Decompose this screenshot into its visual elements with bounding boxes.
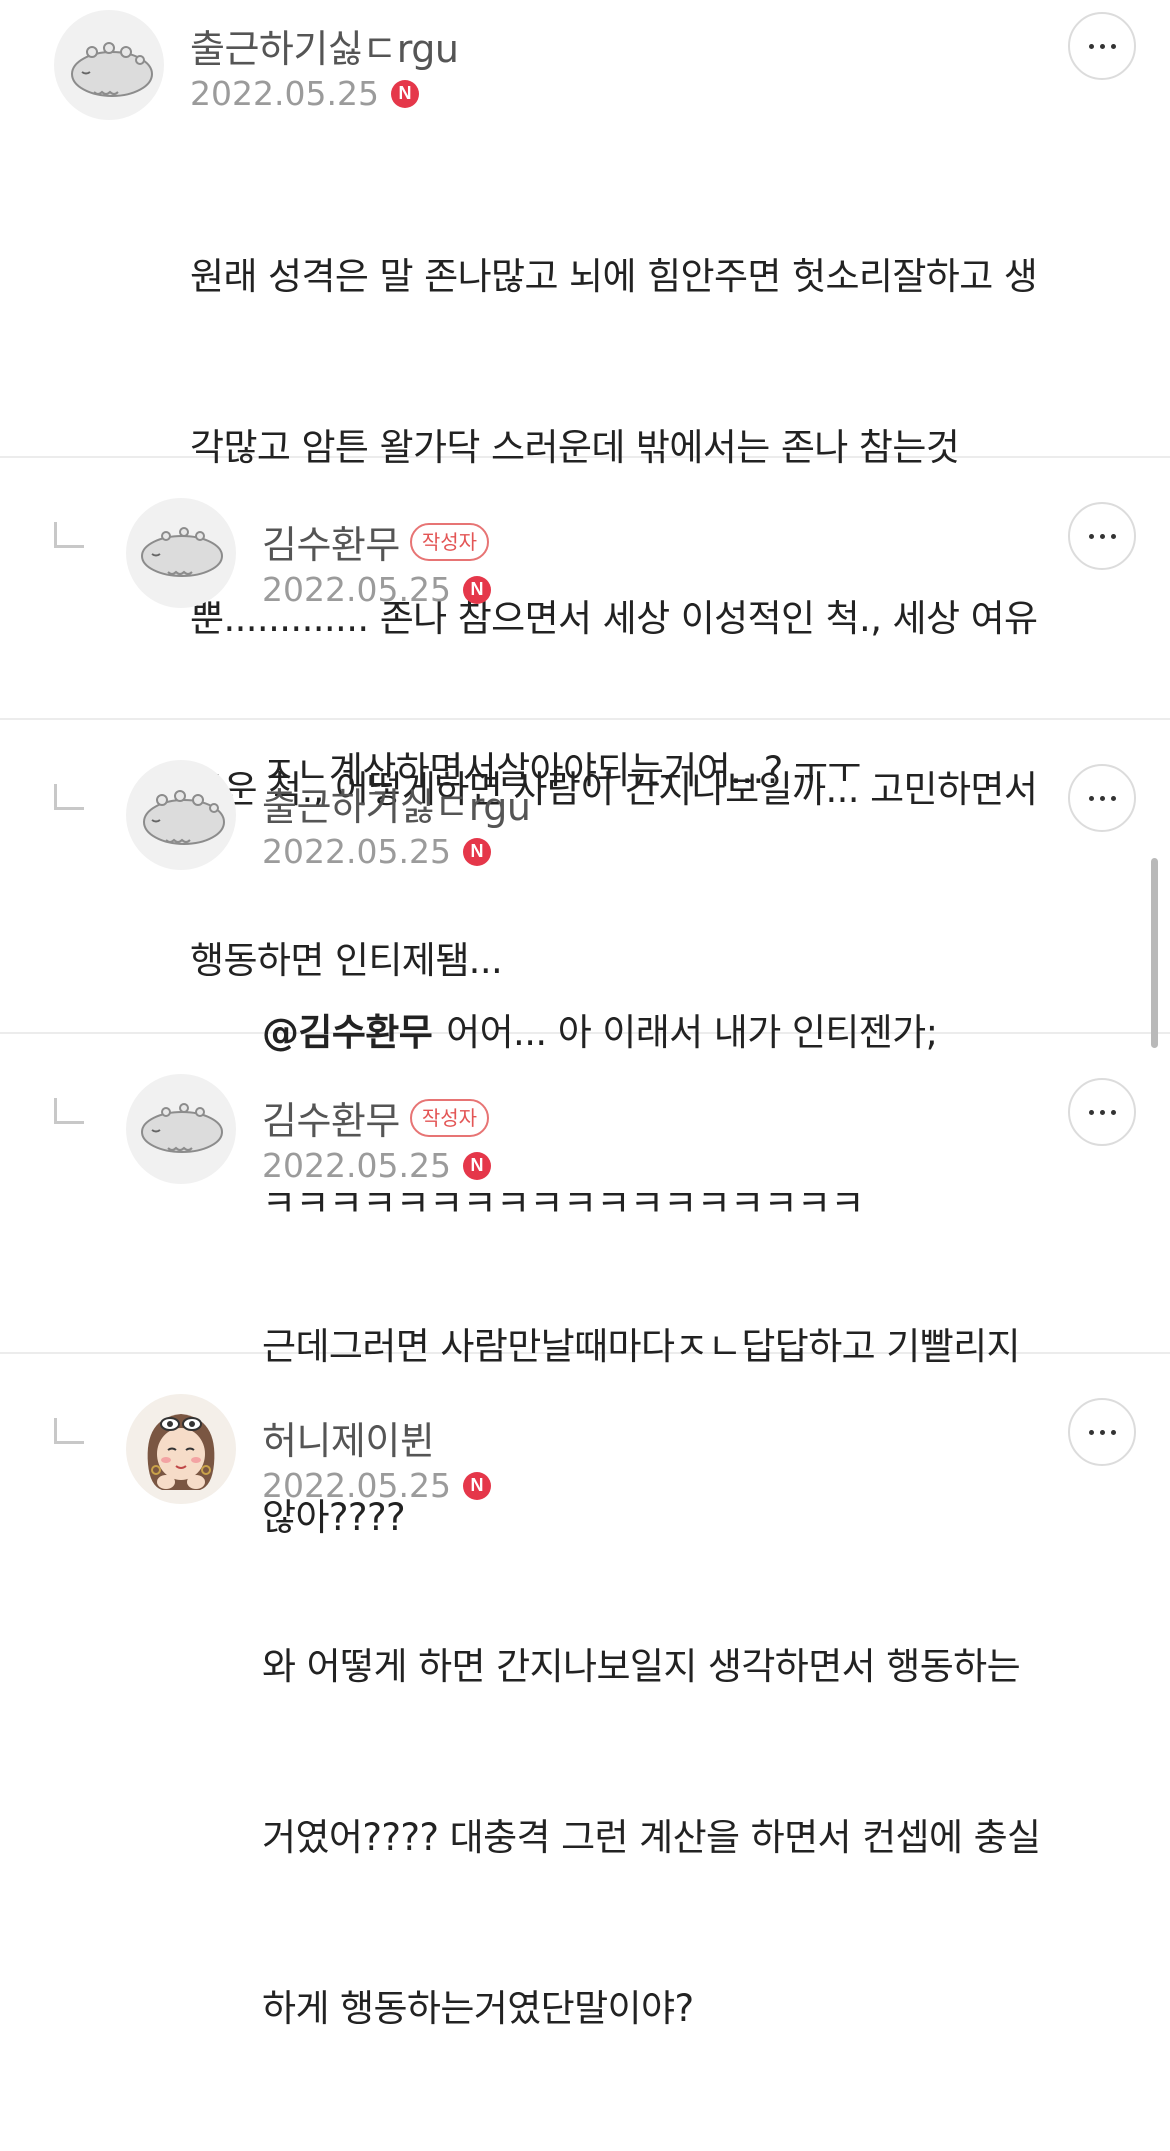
creature-avatar-icon <box>141 1103 223 1153</box>
author-badge: 작성자 <box>409 1098 490 1137</box>
comment-meta: 2022.05.25 N <box>262 1146 491 1185</box>
reply-arrow-icon <box>54 1098 84 1124</box>
more-options-button[interactable] <box>1068 12 1136 80</box>
nickname[interactable]: 김수환무 <box>262 1090 400 1145</box>
comment-line: 하게 행동하는거였단말이야? <box>262 1987 694 2030</box>
comment-header: 김수환무 작성자 <box>262 1090 490 1145</box>
reply-arrow-icon <box>54 522 84 548</box>
dot-icon <box>1110 533 1116 539</box>
comment-date: 2022.05.25 <box>262 832 451 871</box>
comment-meta: 2022.05.25 N <box>262 832 491 871</box>
avatar[interactable] <box>126 1074 236 1184</box>
comment-header: 출근하기싫ㄷrgu <box>190 18 459 73</box>
reply-item: 김수환무 작성자 2022.05.25 N 근데그러면 사람만날때마다ㅈㄴ답답하… <box>0 1034 1170 1539</box>
reply-arrow-icon <box>54 784 84 810</box>
more-options-button[interactable] <box>1068 1078 1136 1146</box>
comment-item: 출근하기싫ㄷrgu 2022.05.25 N 원래 성격은 말 존나많고 뇌에 … <box>0 0 1170 982</box>
new-badge: N <box>462 837 491 866</box>
comment-line: 거였어???? 대충격 그런 계산을 하면서 컨셉에 충실 <box>262 1816 1041 1859</box>
dot-icon <box>1110 1109 1116 1115</box>
new-badge: N <box>390 79 419 108</box>
comment-header: 김수환무 작성자 <box>262 514 490 569</box>
dot-icon <box>1099 1109 1105 1115</box>
more-options-button[interactable] <box>1068 1398 1136 1466</box>
avatar[interactable] <box>126 760 236 870</box>
dot-icon <box>1088 795 1094 801</box>
reply-item: 허니제이뷘 2022.05.25 N 와 어떻게 하면 간지나보일지 생각하면서… <box>0 1354 1170 2030</box>
avatar[interactable] <box>126 1394 236 1504</box>
nickname[interactable]: 출근하기싫ㄷrgu <box>190 18 459 73</box>
comment-meta: 2022.05.25 N <box>262 570 491 609</box>
nickname[interactable]: 김수환무 <box>262 514 400 569</box>
reply-arrow-icon <box>54 1418 84 1444</box>
more-options-button[interactable] <box>1068 502 1136 570</box>
dot-icon <box>1110 43 1116 49</box>
comment-date: 2022.05.25 <box>262 570 451 609</box>
new-badge: N <box>462 575 491 604</box>
dot-icon <box>1099 1429 1105 1435</box>
dot-icon <box>1099 43 1105 49</box>
comment-date: 2022.05.25 <box>190 74 379 113</box>
dot-icon <box>1088 1429 1094 1435</box>
comment-meta: 2022.05.25 N <box>190 74 419 113</box>
girl-character-avatar-icon <box>147 1414 215 1490</box>
dot-icon <box>1088 533 1094 539</box>
comment-meta: 2022.05.25 N <box>262 1466 491 1505</box>
comment-header: 허니제이뷘 <box>262 1410 435 1465</box>
creature-avatar-icon <box>143 790 225 845</box>
creature-avatar-icon <box>71 42 153 97</box>
comment-date: 2022.05.25 <box>262 1466 451 1505</box>
avatar[interactable] <box>54 10 164 120</box>
new-badge: N <box>462 1471 491 1500</box>
dot-icon <box>1088 1109 1094 1115</box>
nickname[interactable]: 허니제이뷘 <box>262 1410 435 1465</box>
comment-line: 와 어떻게 하면 간지나보일지 생각하면서 행동하는 <box>262 1645 1021 1688</box>
scrollbar[interactable] <box>1151 858 1158 1048</box>
reply-item: 김수환무 작성자 2022.05.25 N ㅈㄴ계산하면서살아야되는거여...?… <box>0 458 1170 792</box>
author-badge: 작성자 <box>409 522 490 561</box>
new-badge: N <box>462 1151 491 1180</box>
nickname[interactable]: 출근하기싫ㄷrgu <box>262 776 531 831</box>
more-options-button[interactable] <box>1068 764 1136 832</box>
comment-text: 와 어떻게 하면 간지나보일지 생각하면서 행동하는 거였어???? 대충격 그… <box>262 1524 1041 2151</box>
reply-item: 출근하기싫ㄷrgu 2022.05.25 N @김수환무 어어... 아 이래서 … <box>0 720 1170 1225</box>
dot-icon <box>1099 795 1105 801</box>
avatar[interactable] <box>126 498 236 608</box>
dot-icon <box>1110 795 1116 801</box>
creature-avatar-icon <box>141 527 223 577</box>
dot-icon <box>1088 43 1094 49</box>
dot-icon <box>1110 1429 1116 1435</box>
dot-icon <box>1099 533 1105 539</box>
comment-date: 2022.05.25 <box>262 1146 451 1185</box>
comment-header: 출근하기싫ㄷrgu <box>262 776 531 831</box>
comment-line: 원래 성격은 말 존나많고 뇌에 힘안주면 헛소리잘하고 생 <box>190 255 1038 298</box>
